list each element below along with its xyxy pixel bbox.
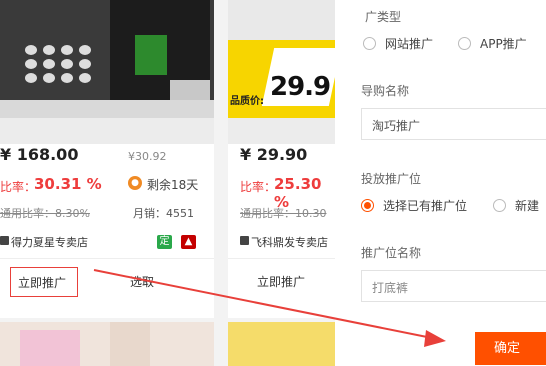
guide-name-label: 导购名称 <box>361 84 410 98</box>
shop-name[interactable]: 得力夏星专卖店 <box>11 234 88 250</box>
confirm-button[interactable]: 确定 <box>475 332 546 365</box>
slot-name-input[interactable]: 打底裤 <box>361 270 546 302</box>
product-price-secondary: ¥30.92 <box>128 150 167 163</box>
card-divider <box>228 258 335 259</box>
keypad-illustration <box>25 45 95 97</box>
tmall-icon: ▲ <box>181 235 196 249</box>
general-rate: 通用比率：8.30% <box>0 207 90 220</box>
product-price: ¥ 168.00 <box>0 145 79 164</box>
remaining-days: 剩余18天 <box>147 178 199 192</box>
commission-rate-label: 比率： <box>0 180 37 194</box>
product-grid: ¥ 168.00 ¥30.92 比率： 30.31 % ● 剩余18天 通用比率… <box>0 0 335 366</box>
card-divider <box>0 258 214 259</box>
radio-new-slot[interactable] <box>493 199 506 212</box>
select-button[interactable]: 选取 <box>130 271 190 291</box>
radio-existing-slot-label[interactable]: 选择已有推广位 <box>383 197 467 214</box>
radio-existing-slot[interactable] <box>361 199 374 212</box>
product-price: ¥ 29.90 <box>240 145 308 164</box>
promote-now-button[interactable]: 立即推广 <box>10 267 78 297</box>
slot-name-value: 打底裤 <box>372 281 409 295</box>
banner-price: 29.9 <box>270 72 331 102</box>
banner-price-label: 品质价: <box>230 96 264 107</box>
radio-website-label[interactable]: 网站推广 <box>385 35 433 52</box>
product-card: 品质价: 29.9 ¥ 29.90 比率： 25.30 % 通用比率：10.30… <box>228 0 335 318</box>
store-icon <box>240 236 249 245</box>
promote-now-label: 立即推广 <box>18 276 67 290</box>
product-card: ¥ 168.00 ¥30.92 比率： 30.31 % ● 剩余18天 通用比率… <box>0 0 214 318</box>
promotion-form: 广类型 网站推广 APP推广 导购名称 淘巧推广 投放推广位 选择已有推广位 新… <box>335 0 546 366</box>
radio-app[interactable] <box>458 37 471 50</box>
slot-label: 投放推广位 <box>361 172 422 186</box>
lock-icon: ● <box>128 176 142 190</box>
promote-now-label: 立即推广 <box>257 275 306 289</box>
radio-website[interactable] <box>363 37 376 50</box>
commission-rate-value: 30.31 % <box>34 175 102 193</box>
radio-app-label[interactable]: APP推广 <box>480 35 527 52</box>
shop-name[interactable]: 飞科鼎发专卖店 <box>251 234 328 250</box>
guide-name-value: 淘巧推广 <box>372 119 421 133</box>
store-icon <box>0 236 9 245</box>
general-rate: 通用比率：10.30 <box>240 207 327 220</box>
ding-badge: 定 <box>157 235 172 249</box>
monthly-sales: 月销：4551 <box>133 207 194 220</box>
select-button-label: 选取 <box>130 275 155 289</box>
confirm-label: 确定 <box>493 341 520 356</box>
promo-type-label: 广类型 <box>365 10 402 24</box>
product-image[interactable]: 品质价: 29.9 <box>228 0 335 118</box>
slot-name-label: 推广位名称 <box>361 246 422 260</box>
commission-rate-label: 比率： <box>240 180 277 194</box>
product-image[interactable] <box>0 0 214 118</box>
radio-new-slot-label[interactable]: 新建 <box>515 197 539 214</box>
guide-name-input[interactable]: 淘巧推广 <box>361 108 546 140</box>
promote-now-button[interactable]: 立即推广 <box>250 267 316 295</box>
next-row-image <box>228 322 335 366</box>
